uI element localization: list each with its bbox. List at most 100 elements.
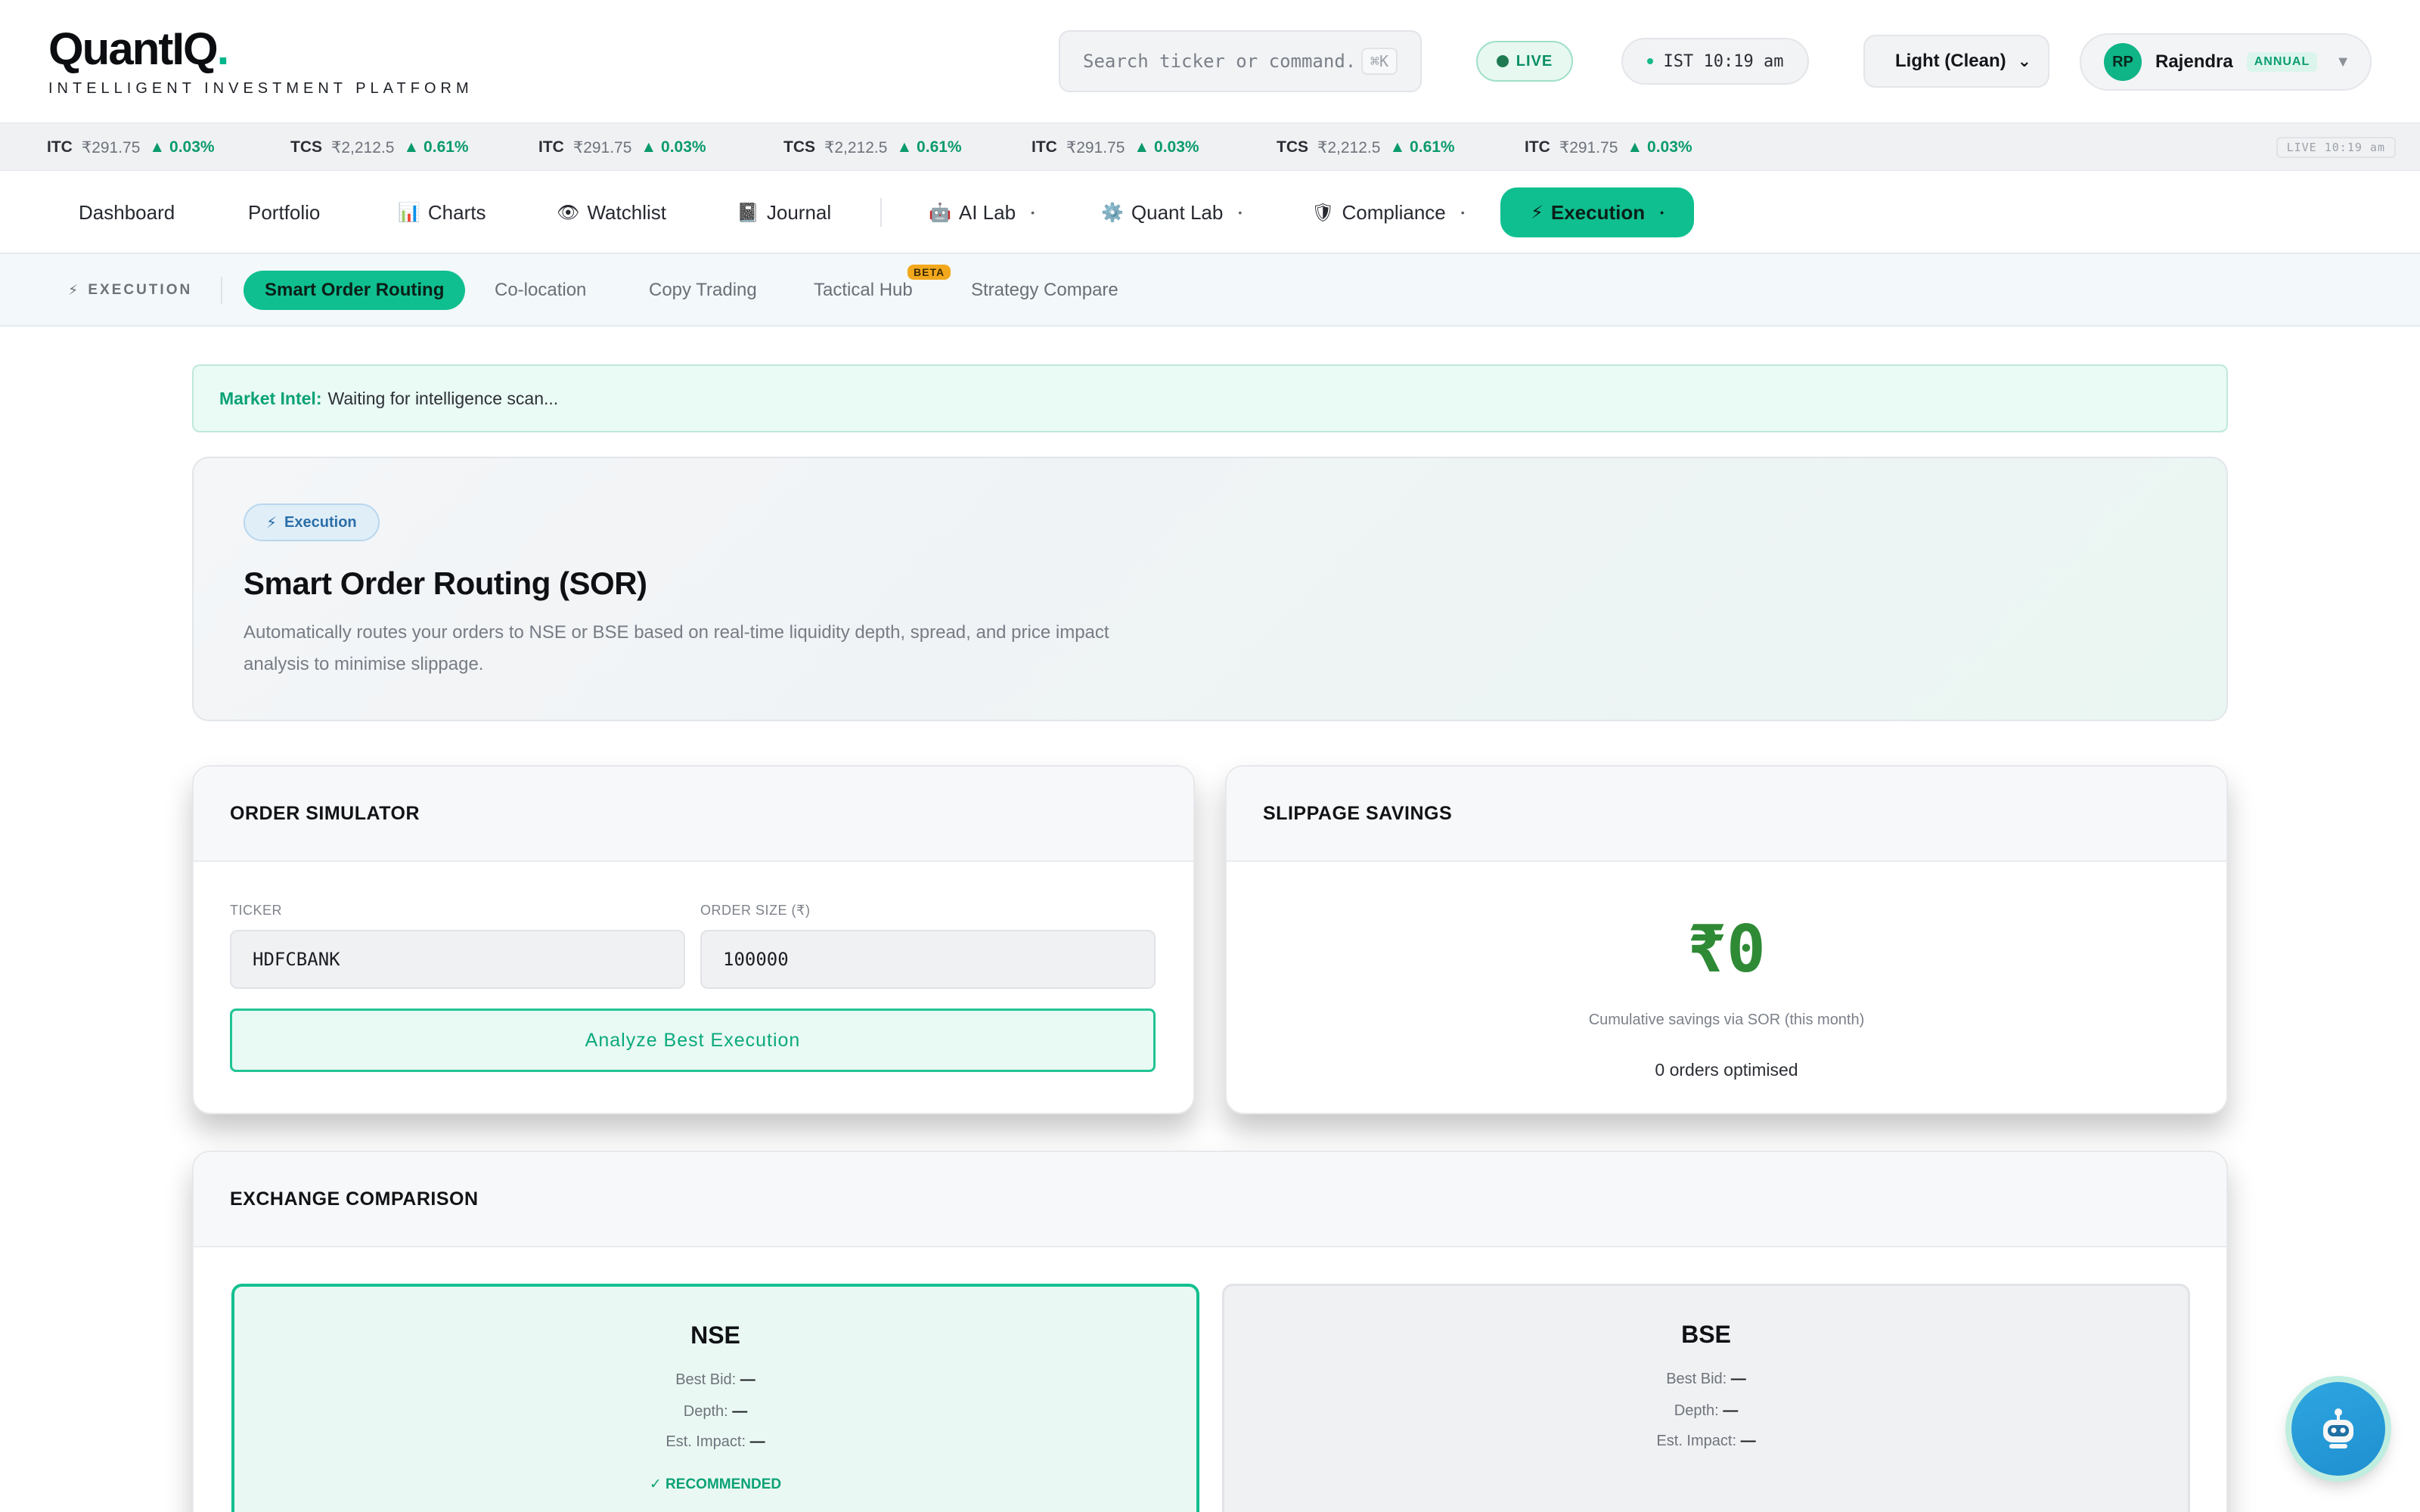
ticker-symbol: ITC <box>1525 138 1550 156</box>
clock-dot-icon <box>1646 58 1653 64</box>
ticker-price: ₹291.75 <box>81 138 141 156</box>
theme-select-value: Light (Clean) <box>1895 51 2006 71</box>
ticker-change: ▲ 0.61% <box>896 138 962 156</box>
impact-value: — <box>1740 1433 1756 1449</box>
category-badge-label: Execution <box>284 513 357 531</box>
best-bid-row: Best Bid: — <box>234 1371 1196 1389</box>
ticker-change: ▲ 0.03% <box>1627 138 1692 156</box>
nav-item-journal[interactable]: 📓 Journal <box>737 187 831 237</box>
nav-item-execution[interactable]: ⚡ Execution • <box>1500 187 1695 237</box>
impact-value: — <box>749 1433 765 1450</box>
nav-item-label: AI Lab <box>958 200 1016 224</box>
live-dot-icon <box>1496 55 1509 67</box>
exchange-name: BSE <box>1681 1321 1731 1348</box>
main-nav: Dashboard Portfolio 📊 Charts 👁 Watchlist… <box>0 171 2420 254</box>
nav-item-label: Watchlist <box>587 200 666 224</box>
best-bid-label: Best Bid: <box>675 1371 737 1388</box>
best-bid-value: — <box>1730 1371 1746 1387</box>
logo[interactable]: QuantIQ. <box>48 23 229 75</box>
robot-icon <box>2323 1408 2353 1448</box>
depth-value: — <box>1723 1402 1739 1419</box>
tab-strategy-compare[interactable]: Strategy Compare <box>971 271 1118 310</box>
impact-row: Est. Impact: — <box>1224 1433 2188 1450</box>
section-label-text: EXECUTION <box>88 282 193 298</box>
market-intel-banner: Market Intel: Waiting for intelligence s… <box>192 364 2228 432</box>
nav-item-ai-lab[interactable]: 🤖 AI Lab • <box>929 187 1035 237</box>
lightning-icon: ⚡ <box>68 282 81 299</box>
impact-label: Est. Impact: <box>666 1433 746 1450</box>
ai-assistant-button[interactable] <box>2291 1382 2385 1476</box>
ticker-change: ▲ 0.61% <box>403 138 469 156</box>
tab-tactical-hub[interactable]: Tactical Hub <box>814 271 913 310</box>
tab-smart-order-routing[interactable]: Smart Order Routing <box>244 271 466 310</box>
ticker-price: ₹291.75 <box>1066 138 1125 156</box>
tab-copy-trading[interactable]: Copy Trading <box>649 271 757 310</box>
ticker-input[interactable]: HDFCBANK <box>230 930 685 989</box>
exchange-card-bse[interactable]: BSE Best Bid: — Depth: — Est. Impact: — <box>1222 1284 2190 1512</box>
user-name: Rajendra <box>2155 51 2233 72</box>
ticker-price: ₹2,212.5 <box>1317 138 1381 156</box>
nav-item-label: Dashboard <box>79 200 175 224</box>
dropdown-indicator-icon: • <box>1460 206 1465 218</box>
sub-nav: ⚡ EXECUTION Smart Order Routing Co-locat… <box>0 254 2420 327</box>
ticker-strip: ITC ₹291.75 ▲ 0.03% TCS ₹2,212.5 ▲ 0.61%… <box>0 122 2420 171</box>
slippage-savings-card: SLIPPAGE SAVINGS ₹0 Cumulative savings v… <box>1225 765 2228 1114</box>
theme-select[interactable]: Light (Clean) ⌄ <box>1863 35 2049 88</box>
ticker-price: ₹2,212.5 <box>824 138 888 156</box>
chevron-down-icon: ⌄ <box>2017 51 2031 70</box>
order-size-input-value: 100000 <box>723 949 789 970</box>
nav-item-quant-lab[interactable]: ⚙️ Quant Lab • <box>1101 187 1242 237</box>
analyze-best-execution-button[interactable]: Analyze Best Execution <box>230 1009 1156 1072</box>
search-shortcut-hint: ⌘K <box>1360 48 1398 75</box>
ticker-change: ▲ 0.03% <box>641 138 706 156</box>
ticker-item[interactable]: ITC ₹291.75 ▲ 0.03% <box>1032 123 1199 172</box>
dropdown-indicator-icon: • <box>1660 206 1665 218</box>
nav-item-compliance[interactable]: 🛡 Compliance • <box>1311 187 1465 237</box>
exchange-name: NSE <box>690 1321 740 1349</box>
depth-row: Depth: — <box>234 1403 1196 1421</box>
ticker-item[interactable]: TCS ₹2,212.5 ▲ 0.61% <box>783 123 962 172</box>
nav-item-dashboard[interactable]: Dashboard <box>79 187 175 237</box>
sub-nav-section-label: ⚡ EXECUTION <box>68 254 192 327</box>
ticker-change: ▲ 0.03% <box>149 138 215 156</box>
ticker-price: ₹291.75 <box>572 138 632 156</box>
nav-item-portfolio[interactable]: Portfolio <box>248 187 320 237</box>
exchange-card-nse[interactable]: NSE Best Bid: — Depth: — Est. Impact: — … <box>231 1284 1199 1512</box>
ticker-change: ▲ 0.03% <box>1134 138 1199 156</box>
depth-row: Depth: — <box>1224 1402 2188 1420</box>
avatar: RP <box>2104 43 2142 81</box>
dropdown-indicator-icon: • <box>1031 206 1035 218</box>
impact-label: Est. Impact: <box>1656 1433 1737 1449</box>
eye-icon: 👁 <box>557 202 580 223</box>
order-simulator-card: ORDER SIMULATOR TICKER HDFCBANK ORDER SI… <box>192 765 1195 1114</box>
nav-item-watchlist[interactable]: 👁 Watchlist <box>557 187 666 237</box>
nav-item-label: Portfolio <box>248 200 321 224</box>
ticker-symbol: ITC <box>1032 138 1057 156</box>
ticker-item[interactable]: TCS ₹2,212.5 ▲ 0.61% <box>290 123 469 172</box>
nav-item-charts[interactable]: 📊 Charts <box>398 187 486 237</box>
market-clock: IST 10:19 am <box>1621 38 1809 85</box>
ticker-item[interactable]: TCS ₹2,212.5 ▲ 0.61% <box>1277 123 1455 172</box>
tab-co-location[interactable]: Co-location <box>495 271 586 310</box>
best-bid-label: Best Bid: <box>1666 1371 1727 1387</box>
nav-divider <box>880 198 882 227</box>
order-size-input[interactable]: 100000 <box>700 930 1156 989</box>
ticker-item[interactable]: ITC ₹291.75 ▲ 0.03% <box>47 123 215 172</box>
impact-row: Est. Impact: — <box>234 1433 1196 1451</box>
depth-value: — <box>732 1403 748 1420</box>
ticker-symbol: TCS <box>783 138 815 156</box>
clock-text: IST 10:19 am <box>1663 51 1784 71</box>
live-label: LIVE <box>1516 52 1553 70</box>
orders-optimised-count: 0 orders optimised <box>1655 1060 1798 1080</box>
beta-badge: BETA <box>908 265 951 280</box>
logo-tagline: INTELLIGENT INVESTMENT PLATFORM <box>48 80 473 97</box>
ticker-item[interactable]: ITC ₹291.75 ▲ 0.03% <box>1525 123 1692 172</box>
best-bid-value: — <box>740 1371 755 1388</box>
ticker-symbol: TCS <box>290 138 322 156</box>
user-menu[interactable]: RP Rajendra ANNUAL ▼ <box>2080 33 2372 91</box>
search-input[interactable]: Search ticker or command. ⌘K <box>1059 30 1422 92</box>
market-intel-label: Market Intel: <box>219 388 322 408</box>
nav-item-label: Charts <box>427 200 486 224</box>
depth-label: Depth: <box>1674 1402 1719 1419</box>
ticker-item[interactable]: ITC ₹291.75 ▲ 0.03% <box>538 123 706 172</box>
